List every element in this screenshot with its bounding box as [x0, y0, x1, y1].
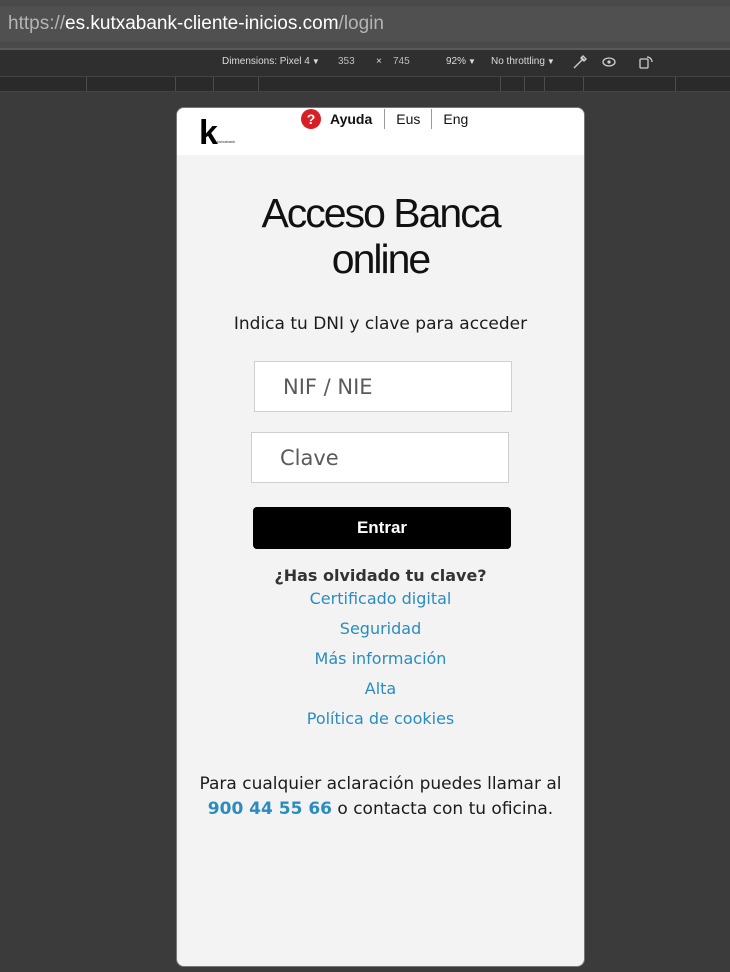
login-button[interactable]: Entrar	[253, 507, 511, 549]
dimensions-dropdown[interactable]: Dimensions: Pixel 4 ▼	[222, 56, 320, 67]
throttling-label: No throttling	[491, 56, 545, 67]
rotate-device-icon[interactable]	[638, 54, 654, 70]
nif-input[interactable]	[254, 361, 512, 412]
url-path: /login	[338, 13, 384, 34]
device-toolbar: Dimensions: Pixel 4 ▼ 353 × 745 92% ▼ No t…	[0, 50, 730, 76]
link-mas-informacion[interactable]: Más información	[177, 647, 584, 677]
help-links: Certificado digital Seguridad Más inform…	[177, 587, 584, 737]
times-sign: ×	[376, 56, 382, 67]
link-seguridad[interactable]: Seguridad	[177, 617, 584, 647]
link-politica-cookies[interactable]: Política de cookies	[177, 707, 584, 737]
throttling-dropdown[interactable]: No throttling ▼	[491, 56, 555, 67]
link-alta[interactable]: Alta	[177, 677, 584, 707]
contact-line-2: 900 44 55 66 o contacta con tu oficina.	[177, 797, 584, 822]
eyedropper-icon[interactable]	[572, 54, 588, 70]
logo-letter: k	[199, 114, 218, 152]
contact-info: Para cualquier aclaración puedes llamar …	[177, 772, 584, 822]
device-viewport: k kutxabank ? Ayuda Eus Eng Acceso Banca…	[176, 107, 585, 967]
chevron-down-icon: ▼	[311, 57, 320, 66]
zoom-label: 92%	[446, 56, 467, 67]
width-input[interactable]: 353	[338, 56, 355, 67]
contact-text-after: o contacta con tu oficina.	[337, 799, 554, 819]
logo-wordmark: kutxabank	[217, 139, 236, 144]
url-scheme: https://	[8, 13, 66, 34]
contact-text: Para cualquier aclaración puedes llamar …	[199, 774, 562, 794]
title-line-1: Acceso Banca	[261, 190, 501, 236]
language-bar: ? Ayuda Eus Eng	[301, 108, 479, 130]
url-field[interactable]: https://es.kutxabank-cliente-inicios.com…	[0, 6, 730, 42]
device-ruler	[0, 76, 730, 92]
site-header: k kutxabank ? Ayuda Eus Eng	[177, 108, 584, 155]
phone-number-link[interactable]: 900 44 55 66	[208, 799, 332, 819]
browser-address-bar: https://es.kutxabank-cliente-inicios.com…	[0, 0, 730, 50]
language-eng[interactable]: Eng	[432, 111, 479, 127]
dimensions-label: Dimensions: Pixel 4	[222, 56, 310, 67]
eye-icon[interactable]	[601, 54, 617, 70]
language-eus[interactable]: Eus	[385, 111, 431, 127]
page-title: Acceso Banca online	[177, 190, 584, 282]
help-link[interactable]: Ayuda	[330, 111, 372, 127]
password-input[interactable]	[251, 432, 509, 483]
login-subtitle: Indica tu DNI y clave para acceder	[233, 314, 528, 334]
zoom-dropdown[interactable]: 92% ▼	[446, 56, 476, 67]
kutxabank-logo[interactable]: k kutxabank	[199, 114, 249, 152]
forgot-password-heading: ¿Has olvidado tu clave?	[274, 566, 487, 585]
link-certificado-digital[interactable]: Certificado digital	[177, 587, 584, 617]
help-icon[interactable]: ?	[301, 109, 321, 129]
height-input[interactable]: 745	[393, 56, 410, 67]
chevron-down-icon: ▼	[468, 57, 476, 66]
title-line-2: online	[331, 236, 431, 282]
url-host: es.kutxabank-cliente-inicios.com	[65, 13, 339, 34]
chevron-down-icon: ▼	[546, 57, 555, 66]
